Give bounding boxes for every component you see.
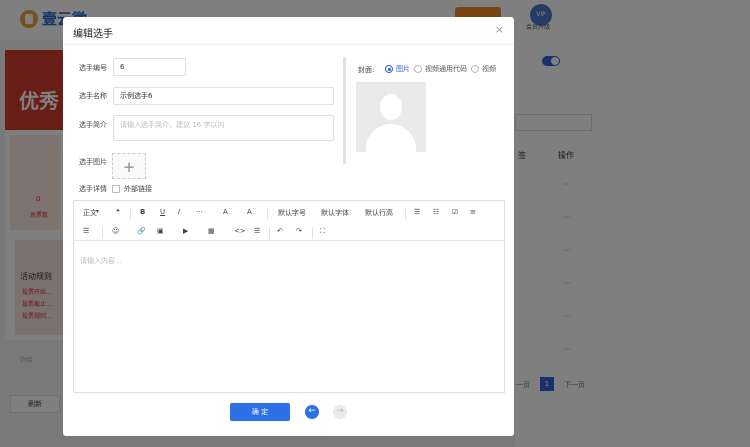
cover-radio-video-code[interactable] [414,65,422,73]
cover-avatar-placeholder[interactable] [356,82,426,152]
toolbar-divider [102,227,103,239]
confirm-button[interactable]: 确 定 [230,403,290,421]
italic-icon[interactable]: I [178,208,180,216]
emoji-icon[interactable]: ☺ [112,227,119,235]
arrow-left-icon[interactable]: ← [305,405,319,419]
link-icon[interactable]: 🔗 [137,227,146,235]
divider-line-icon[interactable]: ☰ [254,227,260,235]
insert-image-icon[interactable]: ▣ [157,227,164,235]
number-input[interactable] [113,58,186,76]
font-family-dropdown[interactable]: 默认字体 [321,208,349,218]
numbered-list-icon[interactable]: ☷ [433,208,439,216]
arrow-right-icon[interactable]: → [333,405,347,419]
cover-option-video[interactable]: 视频 [482,64,496,74]
image-label: 选手图片 [79,158,107,166]
dialog-title: 编辑选手 [73,29,113,40]
font-color-icon[interactable]: A [223,208,228,216]
toolbar-divider [405,208,406,220]
toolbar-divider [312,227,313,239]
name-label: 选手名称 [79,92,107,100]
number-label: 选手编号 [79,64,107,72]
insert-table-icon[interactable]: ▦ [208,227,215,235]
todo-list-icon[interactable]: ☑ [452,208,458,216]
cover-radio-video[interactable] [471,65,479,73]
insert-video-icon[interactable]: ▶ [183,227,188,235]
cover-radio-image[interactable] [385,65,393,73]
editor-content-area[interactable]: 请输入内容... [80,256,122,266]
more-styles-icon[interactable]: ··· [196,208,203,216]
code-block-icon[interactable]: <> [234,227,246,235]
redo-icon[interactable]: ↷ [296,227,302,235]
indent-dropdown-icon[interactable]: ☰ [83,227,89,235]
quote-icon[interactable]: ❝ [116,208,120,216]
font-size-dropdown[interactable]: 默认字号 [278,208,306,218]
cover-label: 封面: [358,66,375,74]
edit-participant-dialog: 编辑选手 × 选手编号 选手名称 选手简介 选手图片 + 选手详情 外部链接 封… [63,17,514,436]
image-upload-button[interactable]: + [112,153,146,179]
bulleted-list-icon[interactable]: ☰ [414,208,420,216]
bold-icon[interactable]: B [140,208,145,216]
avatar-body-shape [366,124,416,152]
toolbar-divider [130,208,131,220]
external-link-checkbox[interactable] [112,185,120,193]
background-color-icon[interactable]: A [247,208,252,216]
dropdown-caret-icon: ▾ [96,208,100,215]
name-input[interactable] [113,87,334,105]
close-icon[interactable]: × [495,23,504,36]
external-link-label[interactable]: 外部链接 [124,184,152,194]
cover-option-video-code[interactable]: 视频通用代码 [425,64,467,74]
cover-option-image[interactable]: 图片 [396,64,410,74]
avatar-head-shape [380,94,402,120]
paragraph-style-dropdown[interactable]: 正文 [83,208,97,218]
undo-icon[interactable]: ↶ [277,227,283,235]
detail-label: 选手详情 [79,185,107,193]
form-scrollbar[interactable] [343,57,346,164]
toolbar-divider [269,227,270,239]
editor-toolbar: 正文 ▾ ❝ B U I ··· A A 默认字号 默认字体 默认行高 ☰ ☷ … [74,201,504,241]
plus-icon: + [122,158,136,176]
dialog-header: 编辑选手 × [63,17,514,45]
line-height-dropdown[interactable]: 默认行高 [365,208,393,218]
underline-icon[interactable]: U [160,208,165,216]
fullscreen-icon[interactable]: ⛶ [320,227,325,236]
toolbar-divider [267,208,268,220]
align-dropdown-icon[interactable]: ≡ [470,208,476,216]
intro-label: 选手简介 [79,121,107,129]
intro-textarea[interactable] [113,115,334,141]
rich-text-editor: 正文 ▾ ❝ B U I ··· A A 默认字号 默认字体 默认行高 ☰ ☷ … [73,200,505,393]
